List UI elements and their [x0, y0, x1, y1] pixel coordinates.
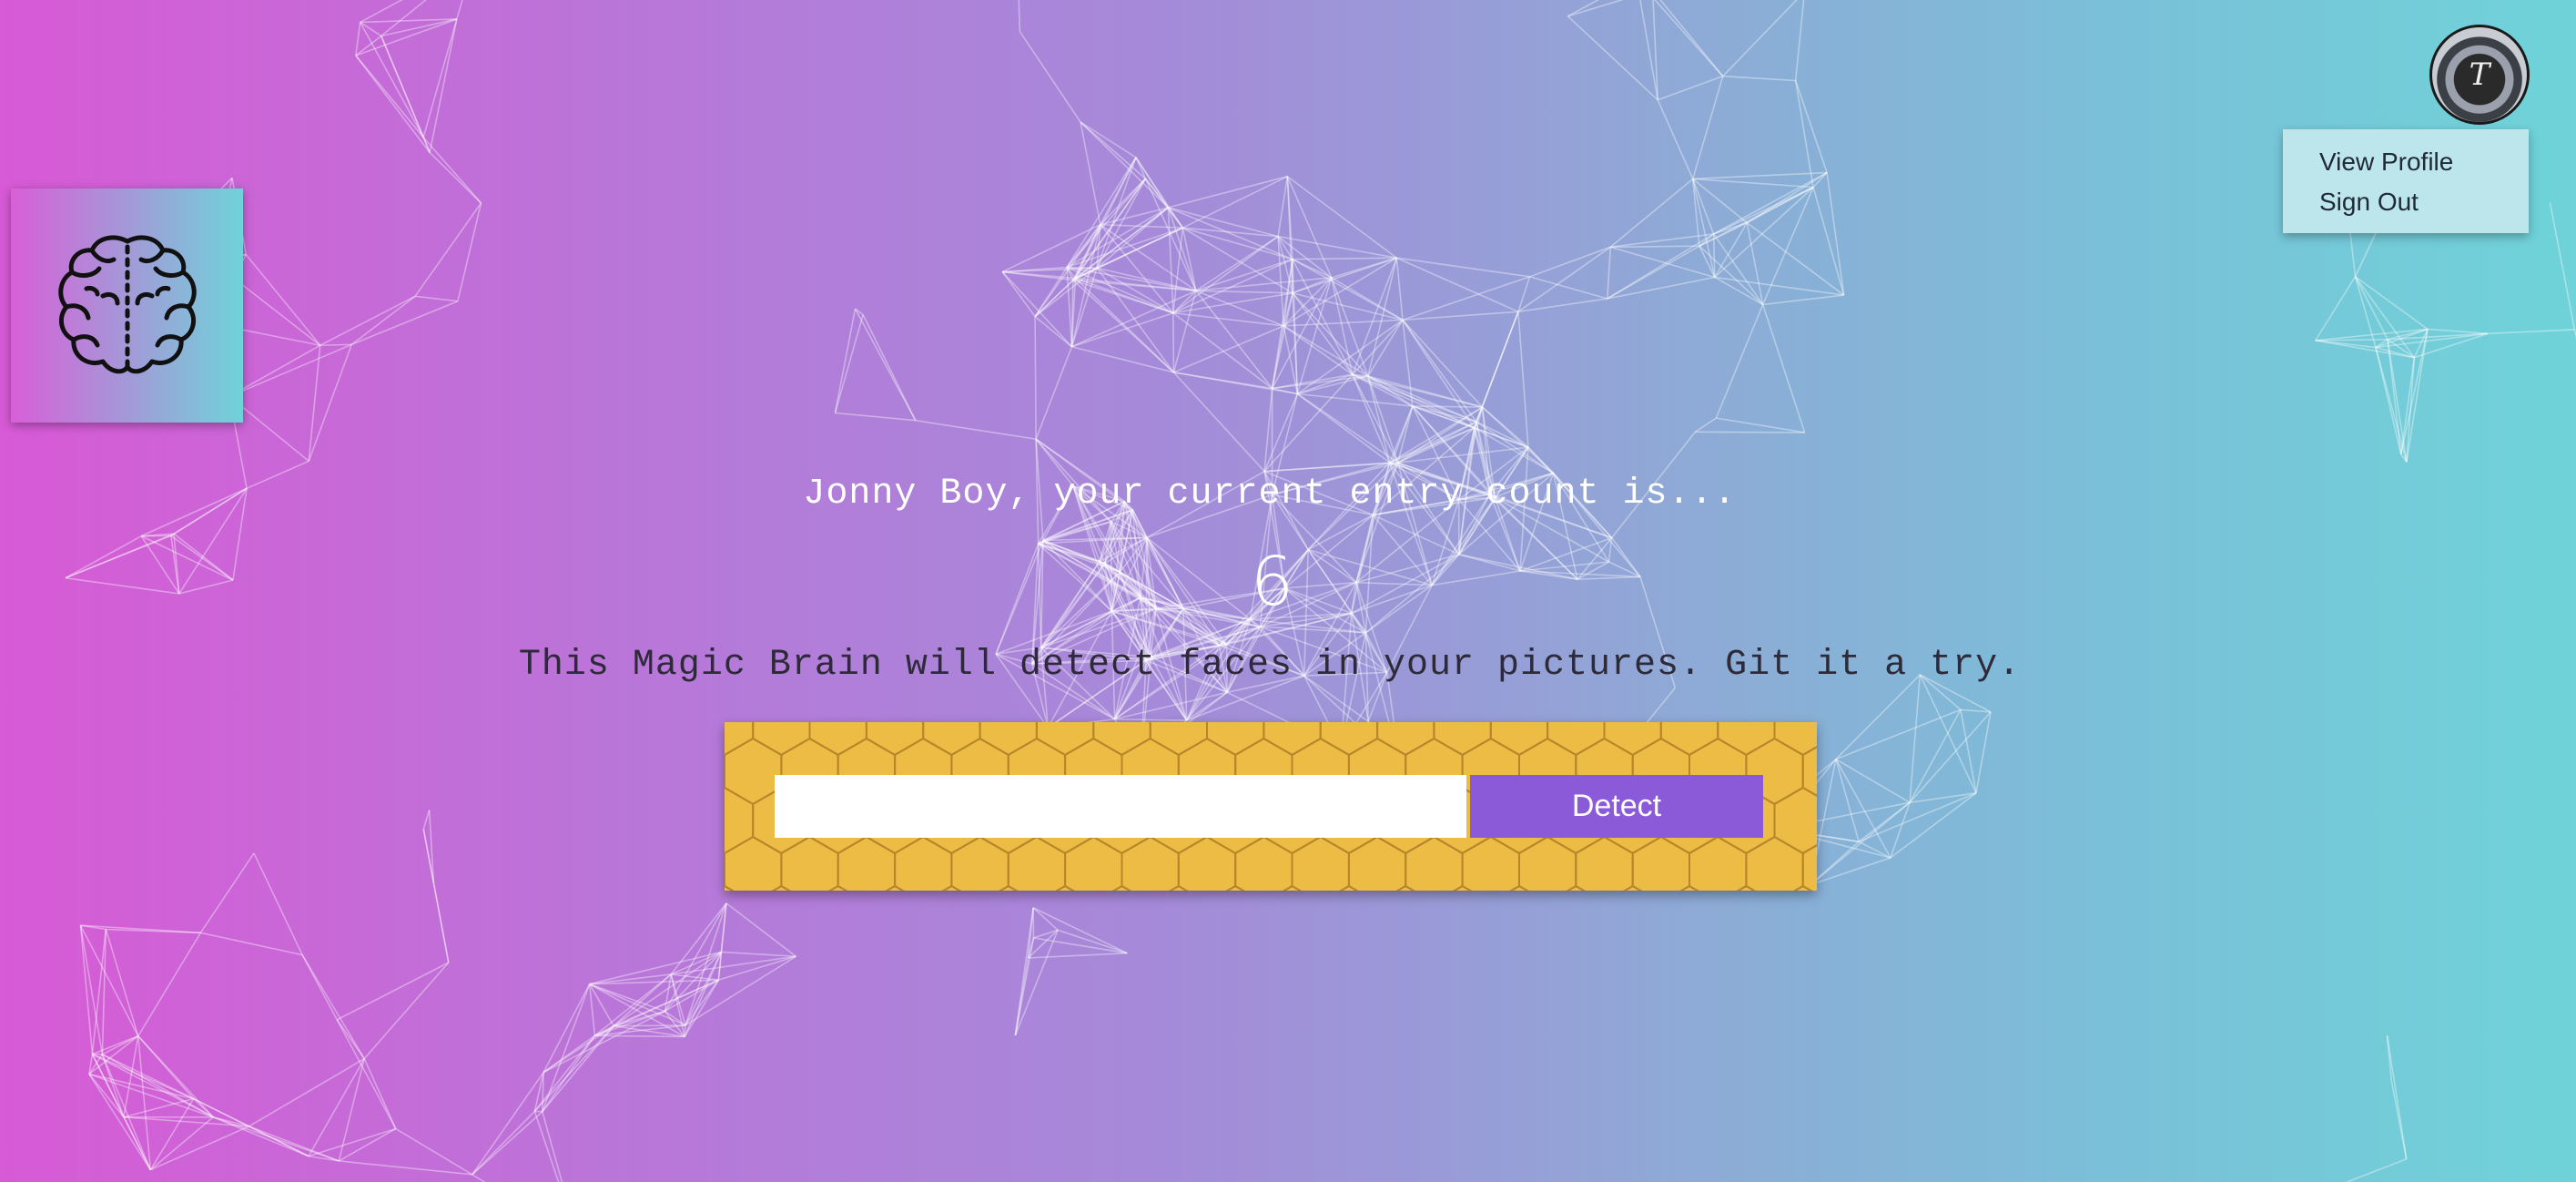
- entry-count: 6: [1250, 543, 1294, 621]
- sign-out-link[interactable]: Sign Out: [2319, 182, 2529, 222]
- view-profile-link[interactable]: View Profile: [2319, 142, 2529, 182]
- avatar[interactable]: T: [2429, 25, 2530, 125]
- brain-icon: [57, 234, 197, 373]
- description-text: This Magic Brain will detect faces in yo…: [518, 645, 2022, 686]
- detect-button[interactable]: Detect: [1470, 775, 1763, 838]
- image-url-input[interactable]: [775, 775, 1466, 838]
- image-url-form: Detect: [725, 722, 1817, 891]
- profile-dropdown: View Profile Sign Out: [2283, 129, 2529, 233]
- greeting-text: Jonny Boy, your current entry count is..…: [803, 474, 1737, 515]
- avatar-letter: T: [2469, 56, 2490, 93]
- logo-tile: [11, 189, 243, 423]
